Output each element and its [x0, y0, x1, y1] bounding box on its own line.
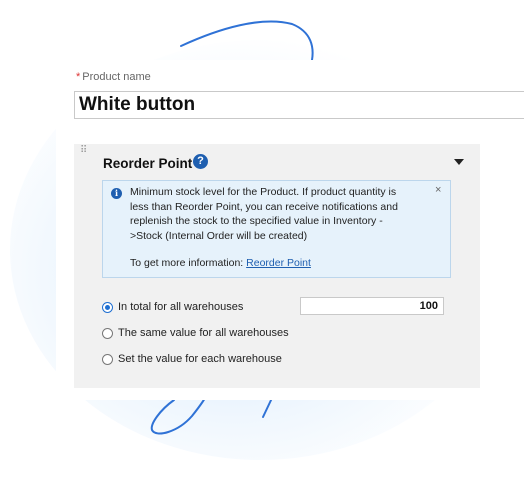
info-text: Minimum stock level for the Product. If …: [130, 186, 398, 242]
option-label: Set the value for each warehouse: [118, 353, 282, 365]
radio-unselected[interactable]: [102, 353, 113, 365]
reorder-point-link[interactable]: Reorder Point: [246, 257, 311, 269]
more-info-prefix: To get more information:: [130, 257, 244, 269]
option-each-warehouse[interactable]: Set the value for each warehouse: [102, 353, 282, 365]
option-label: The same value for all warehouses: [118, 327, 289, 339]
product-name-label-text: Product name: [82, 71, 151, 83]
drag-handle-icon[interactable]: ⠿: [80, 146, 87, 156]
product-name-label: * Product name: [76, 71, 151, 83]
help-icon[interactable]: ?: [193, 154, 208, 169]
product-form-card: * Product name White button ⠿ Reorder Poi…: [56, 60, 524, 400]
close-icon[interactable]: ×: [435, 184, 441, 196]
total-quantity-input[interactable]: 100: [300, 297, 444, 315]
product-name-input[interactable]: White button: [74, 91, 524, 119]
panel-title: Reorder Point: [103, 156, 193, 171]
info-icon: i: [111, 188, 122, 199]
more-info-line: To get more information: Reorder Point: [130, 257, 311, 269]
required-mark: *: [76, 71, 81, 83]
reorder-point-panel: ⠿ Reorder Point ? i Minimum stock level …: [74, 144, 480, 388]
info-box: i Minimum stock level for the Product. I…: [102, 180, 451, 278]
option-total-all[interactable]: In total for all warehouses: [102, 301, 243, 313]
radio-unselected[interactable]: [102, 327, 113, 339]
radio-selected[interactable]: [102, 301, 113, 313]
option-label: In total for all warehouses: [118, 301, 244, 313]
option-same-value[interactable]: The same value for all warehouses: [102, 327, 289, 339]
chevron-down-icon[interactable]: [454, 159, 464, 165]
